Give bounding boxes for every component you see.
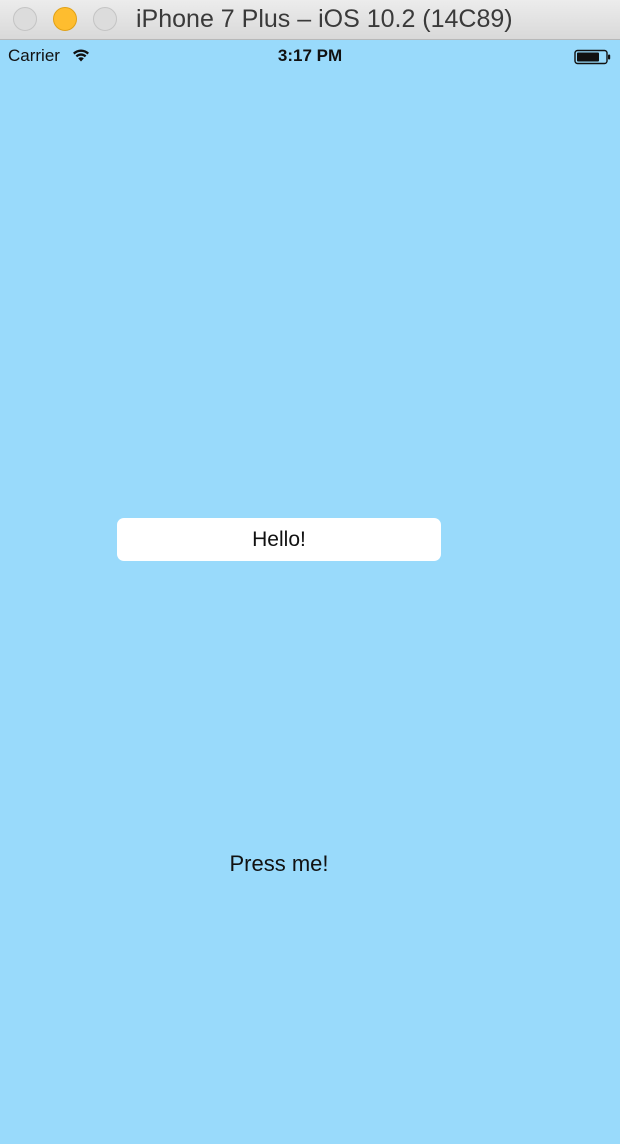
status-time: 3:17 PM [277, 46, 343, 65]
window-title: iPhone 7 Plus – iOS 10.2 (14C89) [136, 5, 513, 33]
minimize-window-button[interactable] [53, 7, 77, 31]
close-window-button[interactable] [13, 7, 37, 31]
title-bar: iPhone 7 Plus – iOS 10.2 (14C89) [0, 0, 620, 40]
simulator-window: iPhone 7 Plus – iOS 10.2 (14C89) Carrier… [0, 0, 620, 1144]
battery-icon [574, 49, 611, 65]
zoom-window-button[interactable] [93, 7, 117, 31]
press-me-button[interactable]: Press me! [179, 846, 379, 882]
text-field[interactable] [117, 518, 441, 561]
ios-status-bar: Carrier 3:17 PM [0, 40, 620, 72]
